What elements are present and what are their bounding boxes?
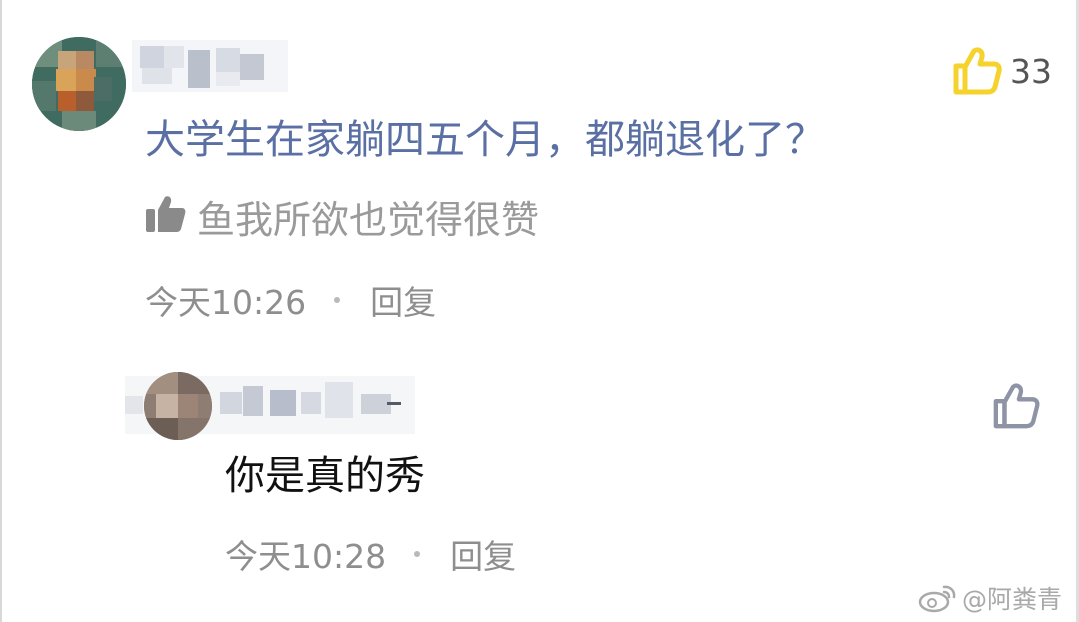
- comment-text: 你是真的秀: [225, 453, 425, 499]
- username-blurred[interactable]: [132, 40, 288, 92]
- liked-by-text[interactable]: 鱼我所欲也觉得很赞: [197, 189, 539, 244]
- thumbs-up-outline-icon: [993, 383, 1040, 429]
- weibo-logo-icon: [918, 585, 956, 613]
- avatar[interactable]: [144, 372, 212, 440]
- timestamp: 今天10:28: [225, 537, 387, 576]
- like-button[interactable]: [952, 46, 1002, 96]
- comment-meta: 今天10:26 回复: [145, 276, 436, 324]
- liked-by-row: 鱼我所欲也觉得很赞: [145, 190, 539, 242]
- thumbs-up-active-icon: [953, 47, 1002, 95]
- comment-meta: 今天10:28 回复: [225, 530, 516, 578]
- reply-button[interactable]: 回复: [370, 276, 436, 324]
- watermark-text: @阿粪青: [962, 585, 1063, 614]
- reply-button[interactable]: 回复: [450, 530, 516, 578]
- timestamp: 今天10:26: [145, 283, 307, 322]
- avatar[interactable]: [32, 37, 126, 131]
- thumbs-up-filled-icon: [145, 194, 187, 238]
- like-count: 33: [1010, 52, 1052, 91]
- left-border: [0, 0, 2, 622]
- separator-dot: [414, 551, 421, 557]
- like-button[interactable]: [992, 382, 1040, 430]
- watermark: @阿粪青: [918, 580, 1062, 616]
- separator-dot: [334, 297, 341, 303]
- comment-text: 大学生在家躺四五个月，都躺退化了？: [145, 117, 825, 163]
